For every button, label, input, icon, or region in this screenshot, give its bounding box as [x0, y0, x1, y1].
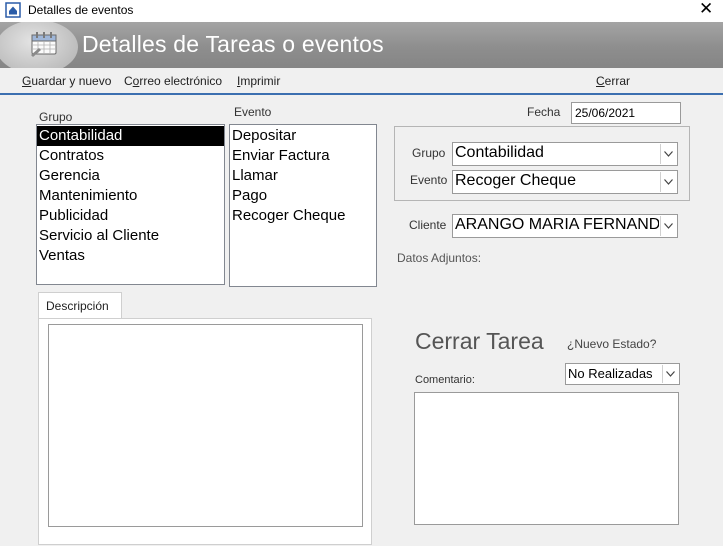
header-banner: Detalles de Tareas o eventos: [0, 22, 723, 68]
cliente-combo-value: ARANGO MARIA FERNAND.: [455, 216, 659, 233]
chevron-down-icon[interactable]: [660, 216, 676, 236]
cerrar-tarea-title: Cerrar Tarea: [415, 328, 544, 354]
evento-list-item[interactable]: Recoger Cheque: [230, 206, 376, 226]
evento-items: Depositar Enviar Factura Llamar Pago Recoger…: [230, 125, 376, 226]
comentario-textarea[interactable]: [414, 392, 679, 525]
grupo-items: Contabilidad Contratos Gerencia Mantenimien…: [37, 125, 224, 266]
chevron-down-icon[interactable]: [662, 365, 678, 383]
grupo-list-item[interactable]: Gerencia: [37, 166, 224, 186]
nuevo-estado-label: ¿Nuevo Estado?: [567, 337, 657, 351]
evento-list-label: Evento: [234, 105, 272, 119]
evento-listbox[interactable]: Depositar Enviar Factura Llamar Pago Recoger…: [229, 124, 377, 287]
grupo-list-item[interactable]: Ventas: [37, 246, 224, 266]
close-window-icon[interactable]: ✕: [699, 0, 713, 19]
comentario-label: Comentario:: [415, 374, 475, 386]
grupo-list-item[interactable]: Mantenimiento: [37, 186, 224, 206]
datos-adjuntos-label: Datos Adjuntos:: [397, 251, 482, 265]
grupo-combo-label: Grupo: [412, 146, 446, 160]
evento-list-item[interactable]: Enviar Factura: [230, 146, 376, 166]
evento-list-item[interactable]: Pago: [230, 186, 376, 206]
calendar-icon: [31, 32, 57, 57]
fecha-input[interactable]: [571, 102, 681, 124]
evento-combo[interactable]: Recoger Cheque: [452, 170, 678, 194]
cliente-combo[interactable]: ARANGO MARIA FERNAND.: [452, 214, 678, 238]
close-button[interactable]: Cerrar: [596, 74, 630, 88]
app-icon: [5, 2, 21, 18]
grupo-list-item[interactable]: Publicidad: [37, 206, 224, 226]
tab-descripcion-label: Descripción: [46, 299, 109, 313]
grupo-list-item[interactable]: Contratos: [37, 146, 224, 166]
evento-combo-label: Evento: [410, 173, 448, 187]
evento-list-item[interactable]: Llamar: [230, 166, 376, 186]
grupo-combo-value: Contabilidad: [455, 144, 544, 161]
descripcion-textarea[interactable]: [48, 324, 363, 527]
toolbar-divider: [0, 93, 723, 95]
window-title: Detalles de eventos: [28, 3, 134, 17]
estado-combo[interactable]: No Realizadas: [565, 363, 680, 385]
grupo-list-item[interactable]: Servicio al Cliente: [37, 226, 224, 246]
email-button[interactable]: Correo electrónico: [124, 74, 222, 88]
fecha-label: Fecha: [527, 105, 561, 119]
evento-list-item[interactable]: Depositar: [230, 126, 376, 146]
chevron-down-icon[interactable]: [660, 172, 676, 192]
evento-combo-value: Recoger Cheque: [455, 172, 576, 189]
estado-combo-value: No Realizadas: [568, 366, 653, 381]
grupo-listbox[interactable]: Contabilidad Contratos Gerencia Mantenimien…: [36, 124, 225, 285]
chevron-down-icon[interactable]: [660, 144, 676, 164]
print-button[interactable]: Imprimir: [237, 74, 280, 88]
header-title: Detalles de Tareas o eventos: [82, 31, 384, 57]
grupo-list-item[interactable]: Contabilidad: [37, 126, 224, 146]
save-and-new-button[interactable]: Guardar y nuevo: [22, 74, 111, 88]
grupo-list-label: Grupo: [39, 110, 73, 124]
cliente-label: Cliente: [409, 218, 447, 232]
grupo-combo[interactable]: Contabilidad: [452, 142, 678, 166]
